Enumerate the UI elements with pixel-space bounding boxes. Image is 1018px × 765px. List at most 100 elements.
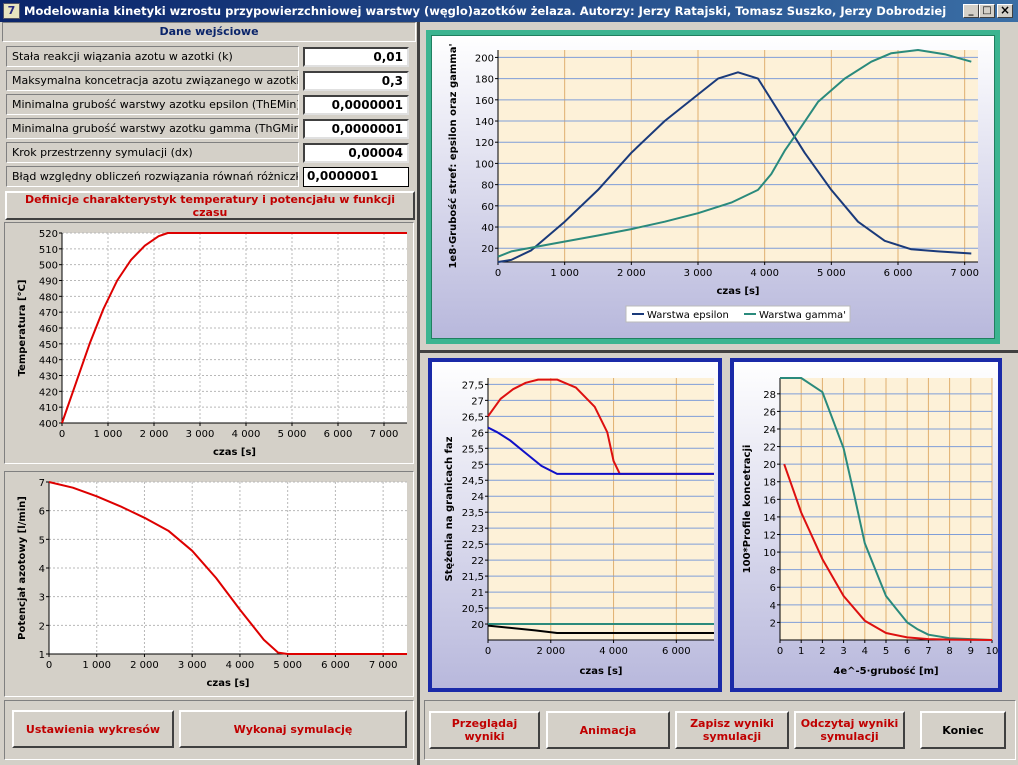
concentrations-chart-border: 0 2 000 4 000 6 000 20 20,5 21 21,5 22 22,5 23 23,5… <box>428 358 722 692</box>
y-tick-label: 28 <box>763 390 776 401</box>
x-tick-label: 0 <box>495 268 501 279</box>
y-axis-title: Potencjał azotowy [l/min] <box>17 496 28 640</box>
y-tick-label: 3 <box>39 593 45 604</box>
x-axis-title: czas [s] <box>716 286 759 297</box>
y-tick-label: 26 <box>763 407 776 418</box>
param-input-k[interactable]: 0,01 <box>303 47 409 67</box>
y-tick-label: 480 <box>39 292 58 303</box>
y-tick-label: 4 <box>770 601 776 612</box>
y-tick-label: 1 <box>39 650 45 661</box>
x-tick-label: 6 000 <box>321 660 350 671</box>
y-tick-label: 20,5 <box>462 604 484 615</box>
input-header-box: Dane wejściowe <box>2 22 416 42</box>
concentrations-chart: 0 2 000 4 000 6 000 20 20,5 21 21,5 22 22,5 23 23,5… <box>432 362 718 688</box>
y-tick-label: 2 <box>39 621 45 632</box>
param-input-error[interactable]: 0,0000001 <box>303 167 409 187</box>
y-tick-label: 23 <box>471 524 484 535</box>
exit-button[interactable]: Koniec <box>920 711 1006 749</box>
y-tick-label: 14 <box>763 513 776 524</box>
temperature-chart-frame: 0 1 000 2 000 3 000 4 000 5 000 6 000 7 000 400 4… <box>4 222 414 464</box>
close-button[interactable]: × <box>997 4 1013 18</box>
x-axis-title: czas [s] <box>579 666 622 677</box>
param-label-themin: Minimalna grubość warstwy azotku epsilon… <box>6 94 299 115</box>
save-results-button[interactable]: Zapisz wyniki symulacji <box>675 711 789 749</box>
param-label-k: Stała reakcji wiązania azotu w azotki (k… <box>6 46 299 67</box>
y-axis-title: 100*Profile koncetracji <box>742 445 753 574</box>
x-tick-label: 3 <box>840 646 846 657</box>
y-tick-label: 22,5 <box>462 540 484 551</box>
x-tick-label: 8 <box>946 646 952 657</box>
definitions-button[interactable]: Definicje charakterystyk temperatury i p… <box>5 191 415 220</box>
x-tick-label: 2 000 <box>536 646 565 657</box>
run-simulation-button[interactable]: Wykonaj symulację <box>179 710 407 748</box>
y-tick-label: 410 <box>39 403 58 414</box>
vertical-splitter[interactable] <box>417 22 420 765</box>
app-icon: 7 <box>3 3 20 19</box>
y-tick-label: 4 <box>39 564 45 575</box>
y-tick-label: 420 <box>39 387 58 398</box>
y-tick-label: 26,5 <box>462 412 484 423</box>
x-tick-label: 5 000 <box>273 660 302 671</box>
param-label-thgmin: Minimalna grubość warstwy azotku gamma (… <box>6 118 299 139</box>
y-tick-label: 8 <box>770 566 776 577</box>
y-tick-label: 23,5 <box>462 508 484 519</box>
x-tick-label: 4 <box>862 646 868 657</box>
potential-chart: 0 1 000 2 000 3 000 4 000 5 000 6 000 7 000 1 2 3 4… <box>17 478 407 689</box>
y-tick-label: 27,5 <box>462 380 484 391</box>
x-tick-label: 2 000 <box>140 429 169 440</box>
animation-button[interactable]: Animacja <box>546 711 670 749</box>
x-tick-label: 4 000 <box>232 429 261 440</box>
x-tick-label: 2 <box>819 646 825 657</box>
param-input-dx[interactable]: 0,00004 <box>303 143 409 163</box>
y-tick-label: 7 <box>39 478 45 489</box>
x-tick-label: 3 000 <box>178 660 207 671</box>
x-tick-label: 1 <box>798 646 804 657</box>
y-tick-label: 10 <box>763 548 776 559</box>
y-tick-label: 140 <box>475 117 494 128</box>
horizontal-splitter[interactable] <box>420 350 1018 353</box>
x-tick-label: 5 000 <box>817 268 846 279</box>
param-input-themin[interactable]: 0,0000001 <box>303 95 409 115</box>
y-tick-label: 20 <box>763 460 776 471</box>
maximize-button[interactable]: □ <box>979 4 995 18</box>
y-tick-label: 20 <box>481 244 494 255</box>
y-tick-label: 25 <box>471 460 484 471</box>
y-tick-label: 200 <box>475 53 494 64</box>
y-tick-label: 25,5 <box>462 444 484 455</box>
browse-results-button[interactable]: Przeglądaj wyniki <box>429 711 540 749</box>
chart-settings-button[interactable]: Ustawienia wykresów <box>12 710 174 748</box>
y-tick-label: 160 <box>475 96 494 107</box>
y-tick-label: 16 <box>763 495 776 506</box>
title-bar[interactable]: 7 Modelowania kinetyki wzrostu przypowie… <box>0 0 1018 22</box>
y-tick-label: 12 <box>763 530 776 541</box>
x-tick-label: 4 000 <box>750 268 779 279</box>
y-tick-label: 24 <box>763 425 776 436</box>
param-input-thgmin[interactable]: 0,0000001 <box>303 119 409 139</box>
load-results-button[interactable]: Odczytaj wyniki symulacji <box>794 711 905 749</box>
minimize-button[interactable]: _ <box>963 4 979 18</box>
x-tick-label: 6 <box>904 646 910 657</box>
potential-chart-frame: 0 1 000 2 000 3 000 4 000 5 000 6 000 7 000 1 2 3 4… <box>4 471 414 697</box>
y-tick-label: 440 <box>39 356 58 367</box>
x-tick-label: 0 <box>46 660 52 671</box>
y-tick-label: 18 <box>763 478 776 489</box>
param-input-smax[interactable]: 0,3 <box>303 71 409 91</box>
x-tick-label: 2 000 <box>130 660 159 671</box>
window-title: Modelowania kinetyki wzrostu przypowierz… <box>24 4 947 18</box>
y-tick-label: 5 <box>39 535 45 546</box>
x-tick-label: 3 000 <box>186 429 215 440</box>
x-tick-label: 5 000 <box>278 429 307 440</box>
y-tick-label: 460 <box>39 324 58 335</box>
x-tick-label: 4 000 <box>599 646 628 657</box>
legend-label: Warstwa epsilon <box>647 310 729 321</box>
y-tick-label: 430 <box>39 372 58 383</box>
y-tick-label: 120 <box>475 138 494 149</box>
y-tick-label: 40 <box>481 223 494 234</box>
x-tick-label: 6 000 <box>662 646 691 657</box>
y-tick-label: 400 <box>39 419 58 430</box>
x-axis-title: czas [s] <box>206 678 249 689</box>
x-tick-label: 6 000 <box>884 268 913 279</box>
y-tick-label: 24,5 <box>462 476 484 487</box>
y-tick-label: 60 <box>481 202 494 213</box>
x-tick-label: 2 000 <box>617 268 646 279</box>
